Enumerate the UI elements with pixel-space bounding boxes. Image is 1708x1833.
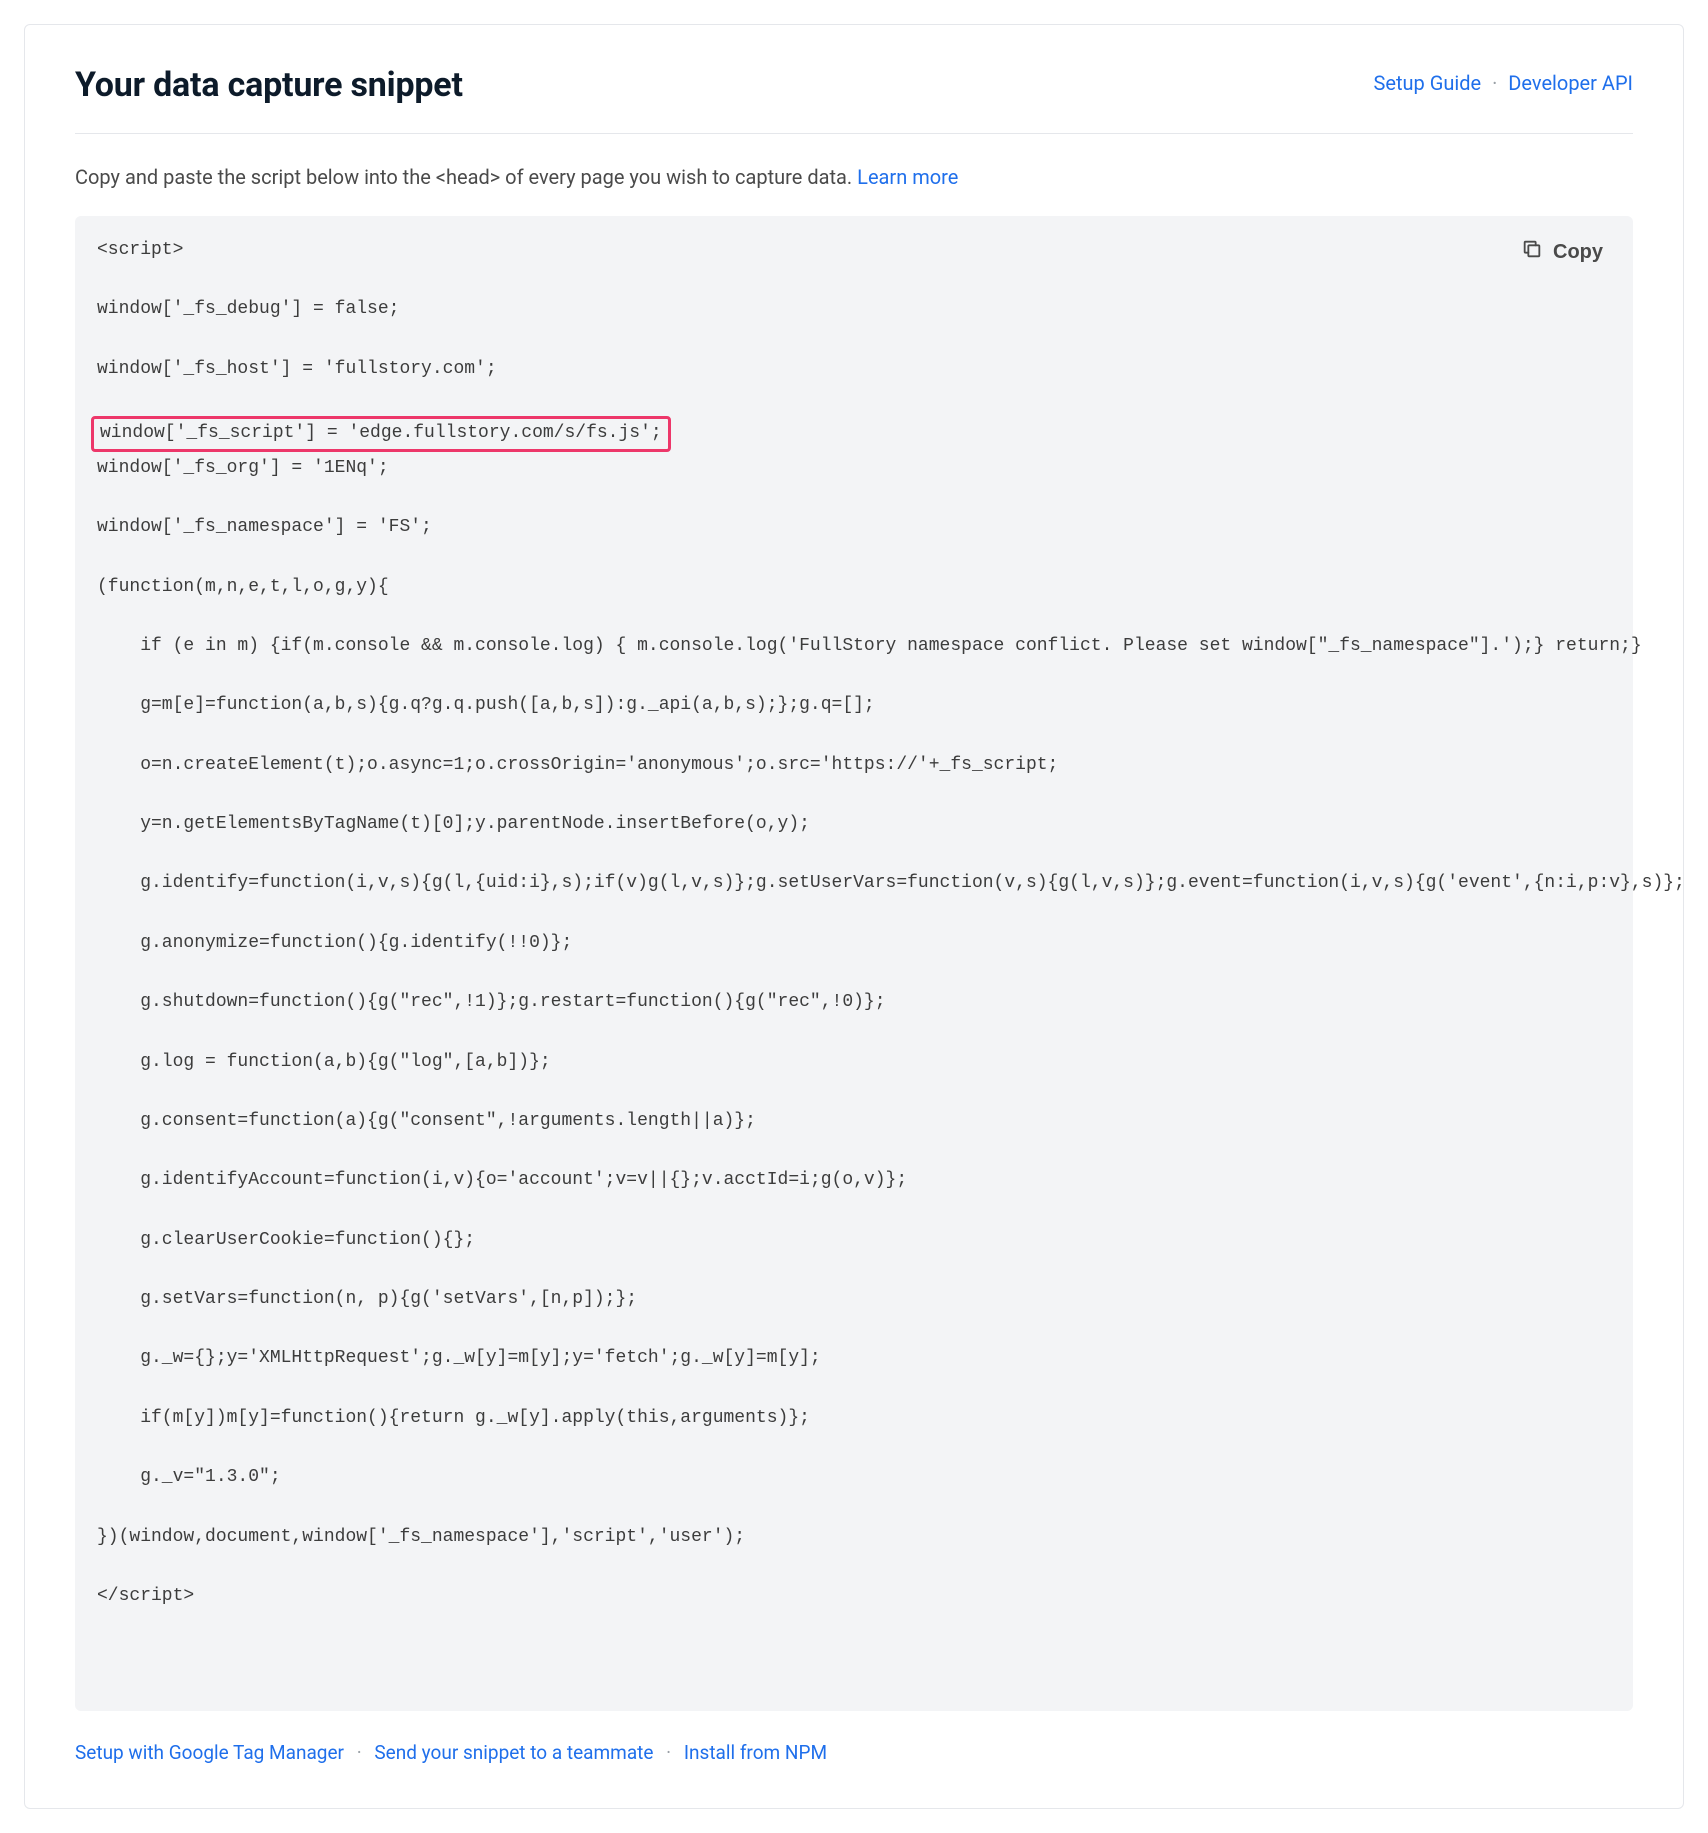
page-title: Your data capture snippet	[75, 65, 463, 105]
code-line: window['_fs_namespace'] = 'FS';	[97, 513, 1611, 543]
code-line-highlighted: window['_fs_script'] = 'edge.fullstory.c…	[91, 416, 671, 452]
code-line: g.identify=function(i,v,s){g(l,{uid:i},s…	[97, 869, 1611, 899]
code-line: window['_fs_org'] = '1ENq';	[97, 454, 1611, 484]
code-line: })(window,document,window['_fs_namespace…	[97, 1523, 1611, 1553]
code-block: Copy <script> window['_fs_debug'] = fals…	[75, 216, 1633, 1711]
instructions-body: Copy and paste the script below into the…	[75, 165, 857, 189]
snippet-card: Your data capture snippet Setup Guide · …	[24, 24, 1684, 1809]
code-line: g.shutdown=function(){g("rec",!1)};g.res…	[97, 988, 1611, 1018]
install-npm-link[interactable]: Install from NPM	[684, 1741, 827, 1764]
code-line: g=m[e]=function(a,b,s){g.q?g.q.push([a,b…	[97, 691, 1611, 721]
code-line: g._v="1.3.0";	[97, 1463, 1611, 1493]
code-line: g._w={};y='XMLHttpRequest';g._w[y]=m[y];…	[97, 1344, 1611, 1374]
code-line: o=n.createElement(t);o.async=1;o.crossOr…	[97, 751, 1611, 781]
code-line: y=n.getElementsByTagName(t)[0];y.parentN…	[97, 810, 1611, 840]
send-snippet-link[interactable]: Send your snippet to a teammate	[374, 1741, 653, 1764]
learn-more-link[interactable]: Learn more	[857, 165, 958, 189]
footer-links: Setup with Google Tag Manager · Send you…	[75, 1741, 1633, 1764]
code-line: g.identifyAccount=function(i,v){o='accou…	[97, 1166, 1611, 1196]
code-line: if(m[y])m[y]=function(){return g._w[y].a…	[97, 1404, 1611, 1434]
header-links: Setup Guide · Developer API	[1373, 65, 1633, 95]
code-content[interactable]: <script> window['_fs_debug'] = false; wi…	[97, 236, 1611, 1641]
code-line: g.anonymize=function(){g.identify(!!0)};	[97, 929, 1611, 959]
copy-button-label: Copy	[1553, 241, 1603, 264]
code-line: g.log = function(a,b){g("log",[a,b])};	[97, 1048, 1611, 1078]
separator-dot: ·	[349, 1741, 370, 1764]
code-line: window['_fs_host'] = 'fullstory.com';	[97, 355, 1611, 385]
separator-dot: ·	[658, 1741, 679, 1764]
code-line: </script>	[97, 1582, 1611, 1612]
code-line: g.clearUserCookie=function(){};	[97, 1226, 1611, 1256]
code-line: (function(m,n,e,t,l,o,g,y){	[97, 573, 1611, 603]
copy-icon	[1521, 238, 1543, 266]
setup-guide-link[interactable]: Setup Guide	[1373, 71, 1481, 95]
copy-button[interactable]: Copy	[1515, 234, 1609, 270]
setup-gtm-link[interactable]: Setup with Google Tag Manager	[75, 1741, 344, 1764]
code-line: g.setVars=function(n, p){g('setVars',[n,…	[97, 1285, 1611, 1315]
separator-dot: ·	[1486, 71, 1503, 95]
code-line: if (e in m) {if(m.console && m.console.l…	[97, 632, 1611, 662]
header-row: Your data capture snippet Setup Guide · …	[75, 65, 1633, 134]
instructions-text: Copy and paste the script below into the…	[75, 162, 1633, 192]
developer-api-link[interactable]: Developer API	[1508, 71, 1633, 95]
code-line: g.consent=function(a){g("consent",!argum…	[97, 1107, 1611, 1137]
code-line: window['_fs_debug'] = false;	[97, 295, 1611, 325]
code-line: <script>	[97, 236, 1611, 266]
